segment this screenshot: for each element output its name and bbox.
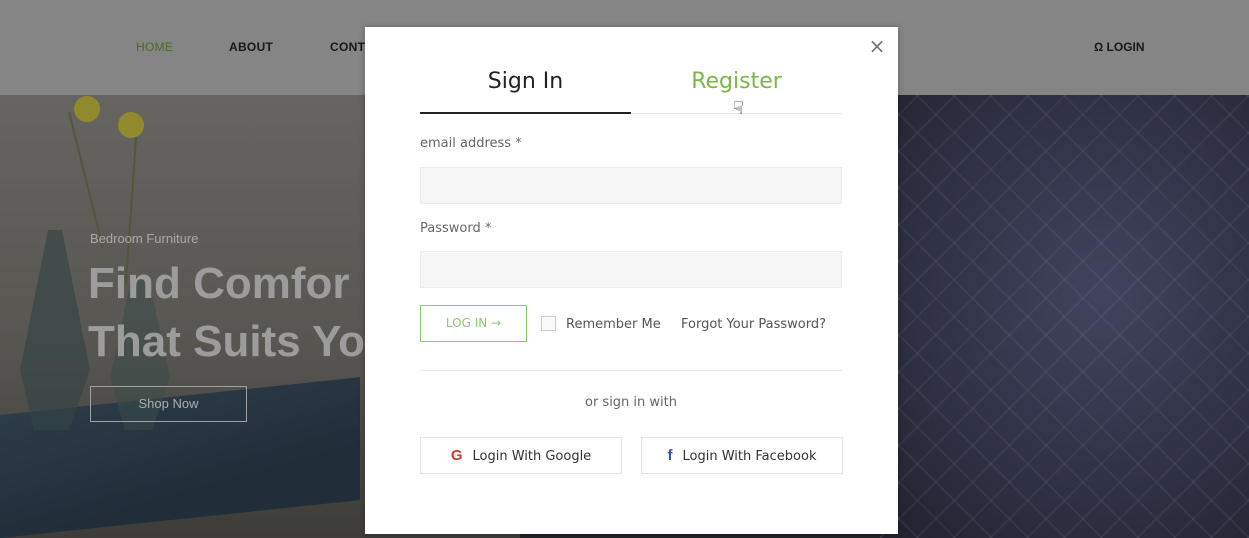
auth-tabs: Sign In Register xyxy=(420,69,842,114)
remember-me-label[interactable]: Remember Me xyxy=(566,317,661,332)
login-with-google-button[interactable]: G Login With Google xyxy=(420,437,622,474)
login-modal: × Sign In Register email address * Passw… xyxy=(365,27,898,534)
or-sign-in-with-label: or sign in with xyxy=(584,395,677,410)
login-button[interactable]: LOG IN → xyxy=(420,305,527,342)
remember-me-checkbox[interactable] xyxy=(541,316,556,331)
email-field[interactable] xyxy=(420,167,842,204)
password-label: Password * xyxy=(420,221,492,236)
google-button-label: Login With Google xyxy=(472,449,592,464)
google-icon: G xyxy=(450,447,463,464)
login-with-facebook-button[interactable]: f Login With Facebook xyxy=(641,437,843,474)
facebook-button-label: Login With Facebook xyxy=(682,449,817,464)
email-label: email address * xyxy=(420,136,522,151)
password-field[interactable] xyxy=(420,251,842,288)
forgot-password-link[interactable]: Forgot Your Password? xyxy=(681,317,826,332)
facebook-icon: f xyxy=(667,447,673,464)
hand-cursor-icon: ☟ xyxy=(733,98,744,119)
tab-sign-in[interactable]: Sign In xyxy=(420,69,631,114)
close-icon[interactable]: × xyxy=(868,36,886,56)
divider xyxy=(420,370,842,371)
